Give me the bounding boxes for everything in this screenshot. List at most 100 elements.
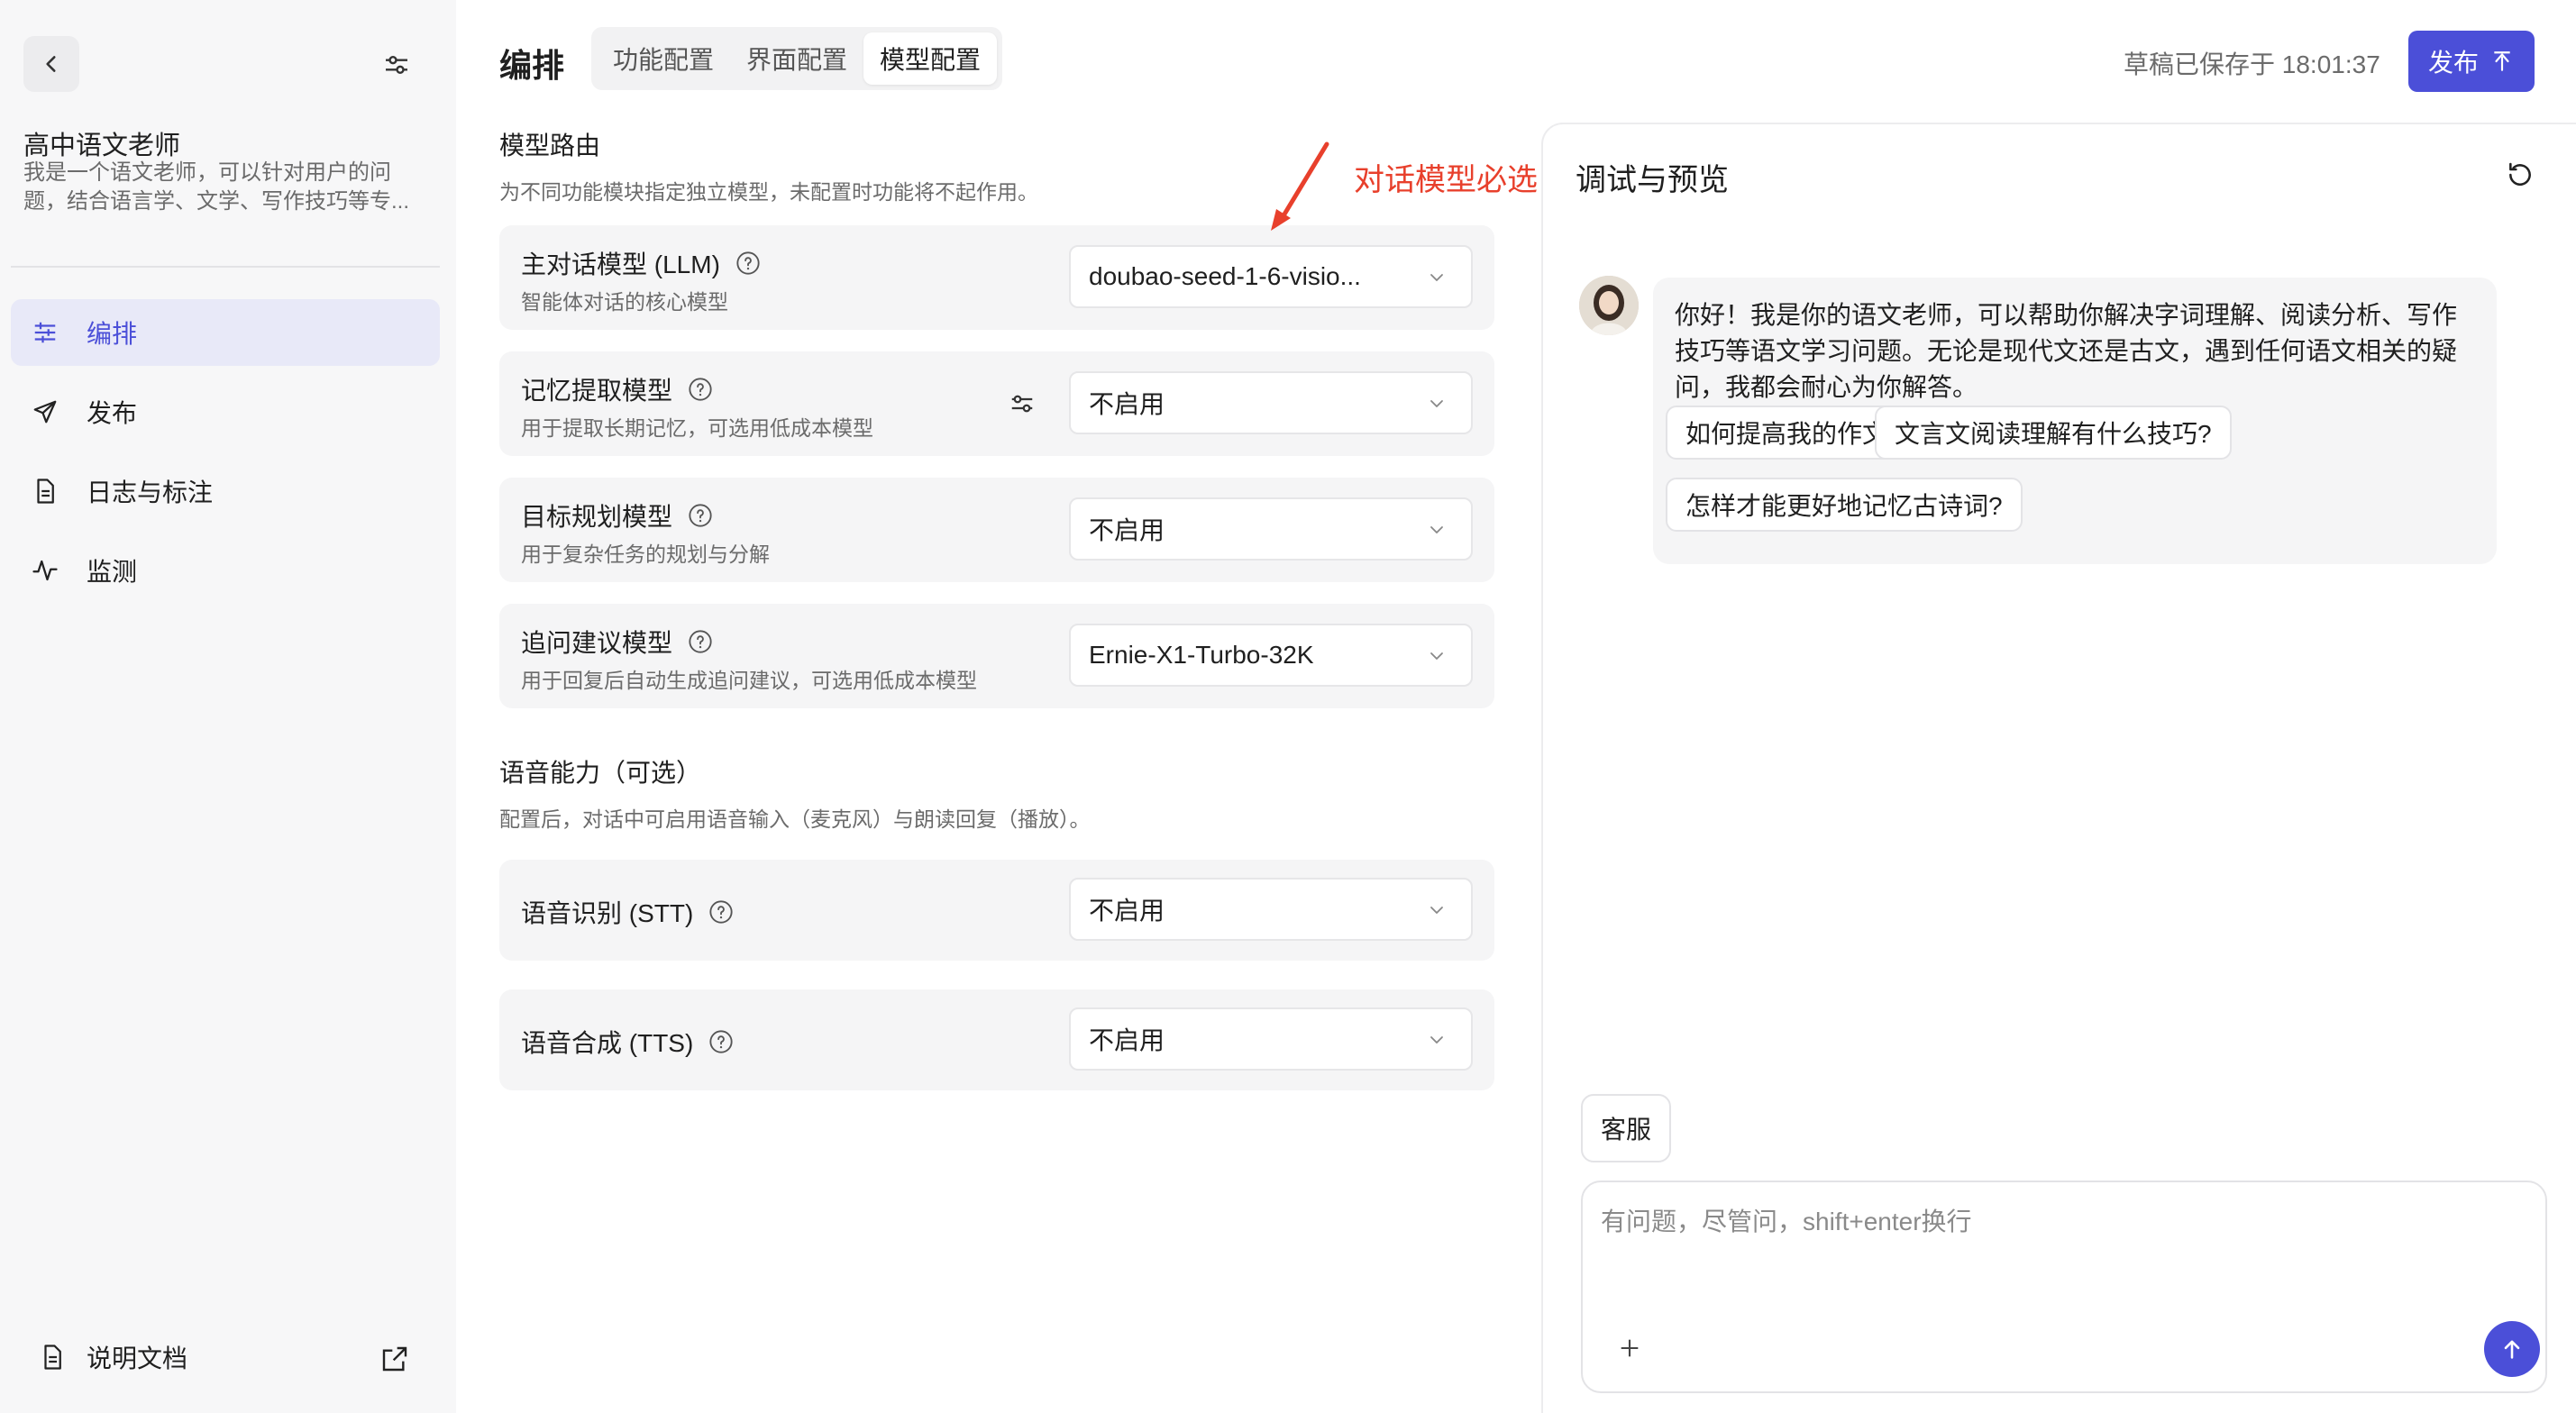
sidebar-item-label: 日志与标注: [87, 479, 214, 506]
model-row-title: 记忆提取模型: [521, 371, 714, 407]
select-value: 不启用: [1089, 897, 1165, 925]
select-value: 不启用: [1089, 1026, 1165, 1054]
chat-input-box: [1581, 1181, 2547, 1393]
planning-model-select[interactable]: 不启用: [1069, 497, 1473, 561]
sidebar-item-label: 编排: [87, 320, 138, 348]
model-row-sub: 用于复杂任务的规划与分解: [521, 542, 770, 566]
select-value: 不启用: [1089, 516, 1165, 544]
voice-row-title-text: 语音合成 (TTS): [521, 1029, 694, 1057]
model-row-title-text: 追问建议模型: [521, 629, 673, 657]
send-icon: [29, 396, 61, 428]
help-icon[interactable]: [687, 502, 714, 529]
tts-select[interactable]: 不启用: [1069, 1007, 1473, 1071]
model-row-llm: 主对话模型 (LLM) 智能体对话的核心模型 doubao-seed-1-6-v…: [499, 225, 1494, 330]
chevron-down-icon: [1430, 1036, 1443, 1044]
sidebar-item-label: 监测: [87, 558, 138, 586]
suggestion-chip[interactable]: 文言文阅读理解有什么技巧?: [1875, 406, 2232, 460]
draft-status: 草稿已保存于 18:01:37: [2124, 50, 2380, 78]
voice-desc: 配置后，对话中可启用语音输入（麦克风）与朗读回复（播放）。: [499, 807, 1091, 831]
external-link-icon[interactable]: [377, 1341, 413, 1377]
help-icon[interactable]: [735, 250, 762, 277]
chat-input[interactable]: [1601, 1195, 2412, 1249]
sidebar-settings-button[interactable]: [377, 45, 416, 85]
chevron-left-icon: [46, 56, 56, 72]
document-icon: [36, 1341, 69, 1373]
voice-row-title-text: 语音识别 (STT): [521, 899, 694, 927]
assistant-message-text: 你好！我是你的语文老师，可以帮助你解决字词理解、阅读分析、写作技巧等语文学习问题…: [1675, 301, 2458, 401]
plus-icon: [1621, 1339, 1639, 1357]
sidebar: 高中语文老师 我是一个语文老师，可以针对用户的问题，结合语言学、文学、写作技巧等…: [0, 0, 456, 1413]
docs-link-label: 说明文档: [87, 1345, 188, 1372]
model-row-sub: 用于回复后自动生成追问建议，可选用低成本模型: [521, 669, 977, 692]
model-row-title: 主对话模型 (LLM): [521, 245, 762, 281]
chevron-down-icon: [1430, 652, 1443, 660]
followup-model-select[interactable]: Ernie-X1-Turbo-32K: [1069, 624, 1473, 687]
sidebar-item-monitor[interactable]: 监测: [11, 537, 440, 604]
suggestion-chip[interactable]: 怎样才能更好地记忆古诗词?: [1666, 478, 2023, 532]
customer-service-button[interactable]: 客服: [1581, 1094, 1672, 1162]
tab-model-config[interactable]: 模型配置: [863, 32, 998, 85]
help-icon[interactable]: [708, 898, 735, 925]
attach-button[interactable]: [1613, 1332, 1646, 1364]
model-routing-title: 模型路由: [499, 132, 601, 160]
page-title: 编排: [499, 47, 565, 84]
memory-settings-icon[interactable]: [1006, 387, 1038, 420]
chevron-down-icon: [1430, 907, 1443, 914]
help-icon[interactable]: [687, 628, 714, 655]
model-routing-desc: 为不同功能模块指定独立模型，未配置时功能将不起作用。: [499, 180, 1038, 204]
preview-title: 调试与预览: [1576, 163, 1729, 197]
preview-panel: 调试与预览 你好！我是你的语文老师，可以帮助你解决字词理解、阅读分析、写作技巧等…: [1541, 123, 2576, 1413]
chevron-down-icon: [1430, 400, 1443, 407]
voice-title: 语音能力（可选）: [499, 759, 702, 787]
sidebar-item-logs[interactable]: 日志与标注: [11, 458, 440, 524]
agent-description: 我是一个语文老师，可以针对用户的问题，结合语言学、文学、写作技巧等专...: [23, 160, 410, 214]
model-row-title: 目标规划模型: [521, 497, 714, 533]
model-row-sub: 用于提取长期记忆，可选用低成本模型: [521, 416, 873, 440]
select-value: 不启用: [1089, 390, 1165, 418]
select-value: doubao-seed-1-6-visio...: [1089, 262, 1361, 290]
voice-row-title: 语音识别 (STT): [521, 894, 735, 930]
agent-name: 高中语文老师: [23, 132, 181, 160]
help-icon[interactable]: [708, 1028, 735, 1055]
pulse-icon: [29, 554, 61, 587]
sidebar-item-label: 发布: [87, 399, 138, 427]
sidebar-divider: [11, 266, 440, 268]
model-row-title-text: 主对话模型 (LLM): [521, 251, 720, 278]
assistant-message: 你好！我是你的语文老师，可以帮助你解决字词理解、阅读分析、写作技巧等语文学习问题…: [1653, 278, 2497, 564]
voice-row-title: 语音合成 (TTS): [521, 1024, 735, 1060]
sidebar-item-orchestrate[interactable]: 编排: [11, 299, 440, 366]
upload-arrow-icon: [2489, 49, 2515, 74]
model-row-followup: 追问建议模型 用于回复后自动生成追问建议，可选用低成本模型 Ernie-X1-T…: [499, 604, 1494, 708]
sliders-icon: [29, 316, 61, 349]
tab-function-config[interactable]: 功能配置: [597, 32, 730, 85]
voice-row-tts: 语音合成 (TTS) 不启用: [499, 989, 1494, 1090]
chevron-down-icon: [1430, 526, 1443, 533]
avatar: [1579, 276, 1639, 335]
docs-link[interactable]: 说明文档: [36, 1339, 187, 1375]
annotation-text: 对话模型必选: [1354, 163, 1538, 197]
chevron-down-icon: [1430, 274, 1443, 281]
back-button[interactable]: [23, 36, 79, 92]
help-icon[interactable]: [687, 376, 714, 403]
memory-model-select[interactable]: 不启用: [1069, 371, 1473, 434]
publish-button[interactable]: 发布: [2408, 31, 2535, 92]
publish-button-label: 发布: [2427, 49, 2479, 77]
stt-select[interactable]: 不启用: [1069, 878, 1473, 941]
select-value: Ernie-X1-Turbo-32K: [1089, 641, 1314, 669]
model-row-title-text: 记忆提取模型: [521, 377, 673, 405]
annotation-arrow-icon: [1271, 141, 1329, 231]
send-button[interactable]: [2484, 1321, 2540, 1377]
refresh-icon[interactable]: [2502, 157, 2538, 193]
tab-ui-config[interactable]: 界面配置: [730, 32, 863, 85]
config-tabs: 功能配置 界面配置 模型配置: [591, 27, 1003, 90]
sidebar-item-publish[interactable]: 发布: [11, 378, 440, 445]
model-row-title: 追问建议模型: [521, 624, 714, 660]
document-icon: [29, 475, 61, 507]
settings-toggle-icon: [386, 56, 407, 74]
llm-model-select[interactable]: doubao-seed-1-6-visio...: [1069, 245, 1473, 308]
voice-row-stt: 语音识别 (STT) 不启用: [499, 860, 1494, 961]
model-row-memory: 记忆提取模型 用于提取长期记忆，可选用低成本模型 不启用: [499, 351, 1494, 456]
model-row-planning: 目标规划模型 用于复杂任务的规划与分解 不启用: [499, 478, 1494, 582]
model-row-sub: 智能体对话的核心模型: [521, 290, 728, 314]
arrow-up-icon: [2504, 1340, 2520, 1359]
